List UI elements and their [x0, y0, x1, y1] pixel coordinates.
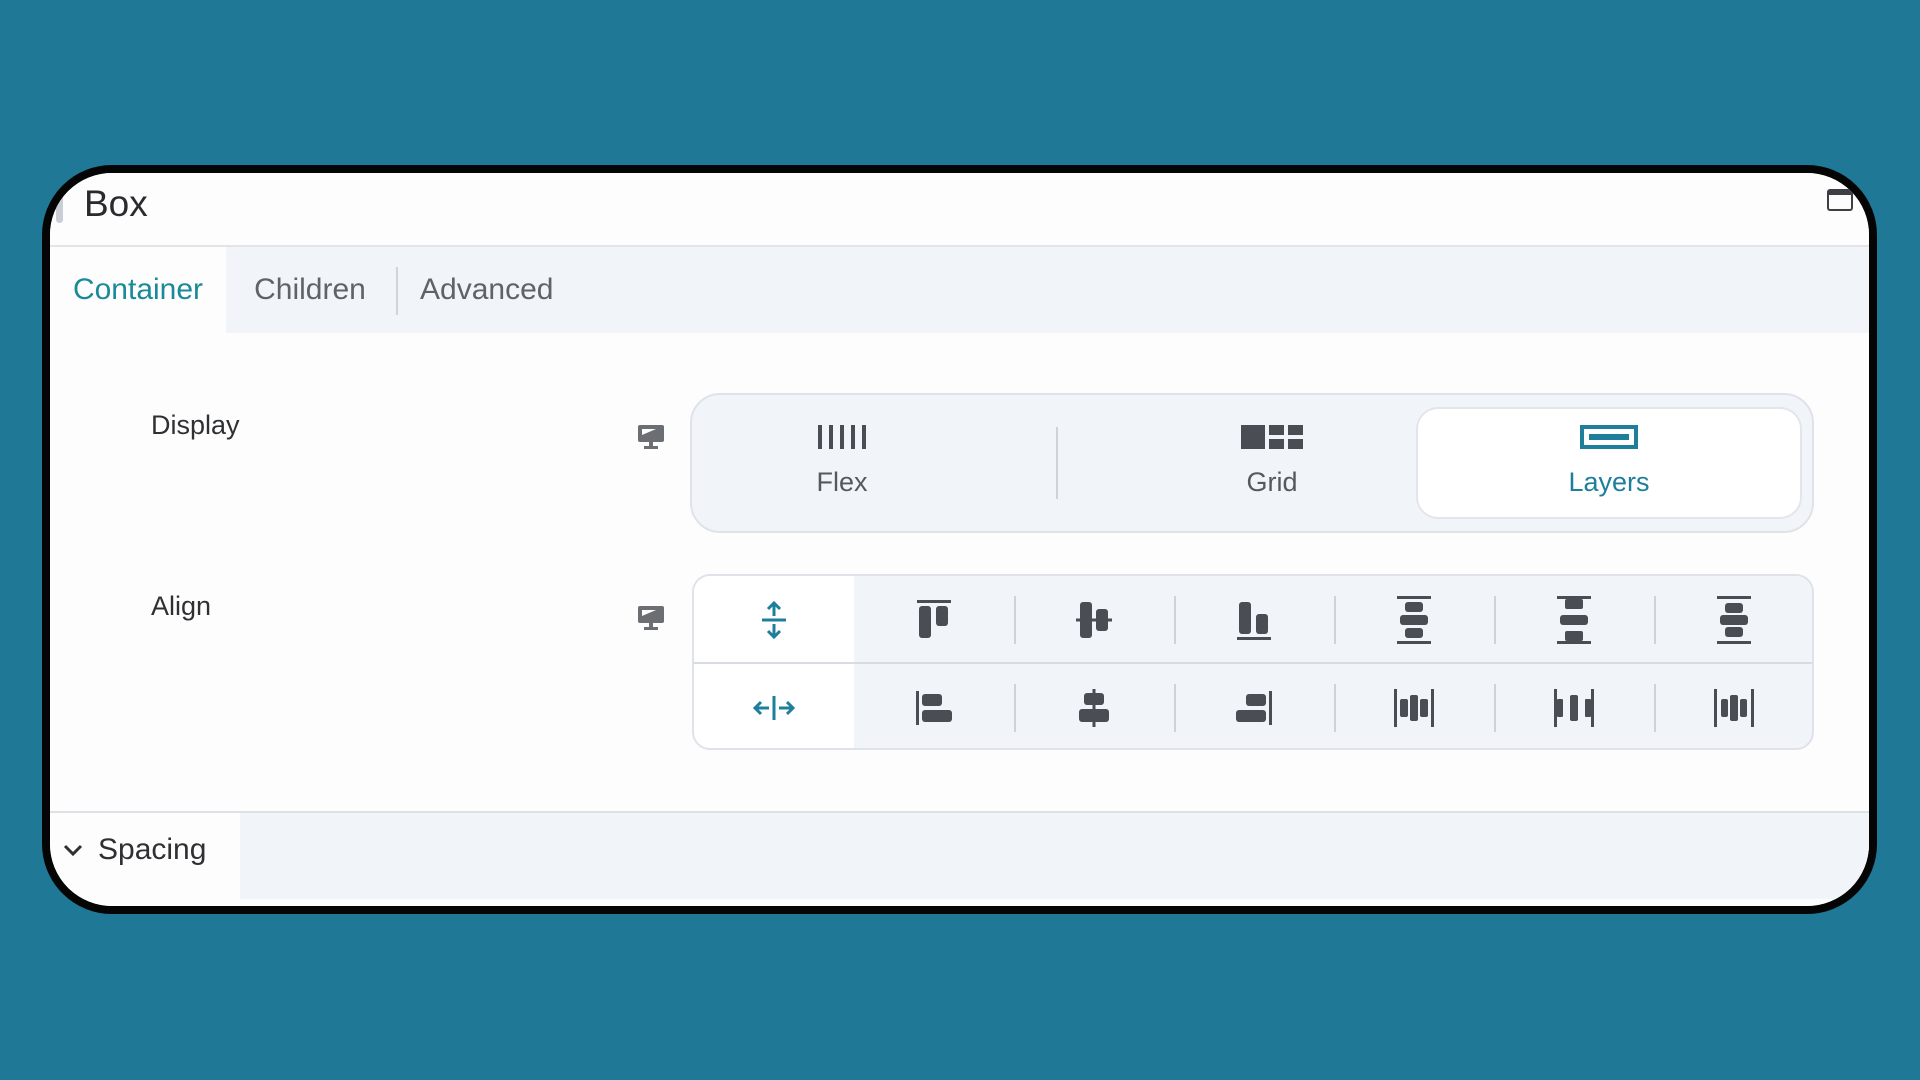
align-bottom-icon	[1237, 601, 1271, 640]
align-space-around-vertical-button[interactable]	[1494, 576, 1654, 663]
panel-header: Box	[50, 173, 1869, 247]
panel-title: Box	[84, 183, 148, 224]
display-option-label: Grid	[1246, 467, 1298, 497]
tab-bar: Container Children Advanced	[50, 247, 1869, 333]
scrollbar-thumb[interactable]	[56, 191, 63, 223]
tab-container[interactable]: Container	[50, 247, 226, 333]
align-stretch-horizontal-button[interactable]	[694, 664, 854, 748]
align-bottom-button[interactable]	[1174, 576, 1334, 663]
stretch-vertical-icon	[762, 600, 786, 639]
space-around-vertical-icon	[1557, 595, 1591, 644]
window-maximize-icon[interactable]	[1827, 189, 1853, 211]
space-between-vertical-icon	[1397, 595, 1431, 644]
align-space-around-horizontal-button[interactable]	[1494, 664, 1654, 748]
align-space-between-vertical-button[interactable]	[1334, 576, 1494, 663]
tab-divider	[396, 267, 398, 315]
align-left-button[interactable]	[854, 664, 1014, 748]
align-top-icon	[917, 599, 951, 638]
space-around-horizontal-icon	[1554, 688, 1594, 727]
align-right-icon	[1236, 690, 1272, 725]
space-evenly-horizontal-icon	[1714, 688, 1754, 727]
display-option-layers[interactable]: Layers	[1416, 407, 1802, 519]
display-option-label: Layers	[1568, 467, 1650, 497]
segment-divider	[1056, 427, 1058, 499]
align-center-vertical-icon	[1076, 601, 1112, 638]
align-center-horizontal-icon	[1079, 688, 1109, 727]
space-evenly-vertical-icon	[1717, 595, 1751, 644]
grid-blocks-icon	[1241, 425, 1303, 449]
align-horizontal-row	[694, 664, 1812, 748]
align-left-icon	[916, 690, 952, 725]
display-option-flex[interactable]: Flex	[692, 395, 992, 531]
align-vertical-row	[694, 576, 1812, 663]
align-top-button[interactable]	[854, 576, 1014, 663]
align-right-button[interactable]	[1174, 664, 1334, 748]
align-center-button[interactable]	[1014, 664, 1174, 748]
tab-children[interactable]: Children	[240, 247, 380, 333]
stretch-horizontal-icon	[752, 695, 796, 720]
layers-icon	[1580, 425, 1638, 449]
display-segmented-control: Flex Grid Layers	[690, 393, 1814, 533]
display-option-grid[interactable]: Grid	[1112, 395, 1432, 531]
space-between-horizontal-icon	[1394, 688, 1434, 727]
display-option-label: Flex	[816, 467, 868, 497]
align-middle-button[interactable]	[1014, 576, 1174, 663]
spacing-section: Spacing	[50, 811, 1869, 906]
align-space-between-horizontal-button[interactable]	[1334, 664, 1494, 748]
desktop-monitor-icon[interactable]	[636, 603, 666, 633]
desktop-monitor-icon[interactable]	[636, 422, 666, 452]
align-label: Align	[151, 591, 212, 621]
box-settings-panel: Box Container Children Advanced Display …	[42, 165, 1877, 914]
align-space-evenly-horizontal-button[interactable]	[1654, 664, 1812, 748]
spacing-section-toggle[interactable]: Spacing	[98, 833, 206, 867]
align-button-grid	[692, 574, 1814, 750]
display-label: Display	[151, 410, 240, 440]
tab-advanced[interactable]: Advanced	[420, 247, 580, 333]
align-space-evenly-vertical-button[interactable]	[1654, 576, 1812, 663]
flex-columns-icon	[818, 425, 866, 449]
chevron-down-icon[interactable]	[62, 843, 84, 857]
section-header-background	[240, 813, 1869, 899]
align-stretch-vertical-button[interactable]	[694, 576, 854, 663]
